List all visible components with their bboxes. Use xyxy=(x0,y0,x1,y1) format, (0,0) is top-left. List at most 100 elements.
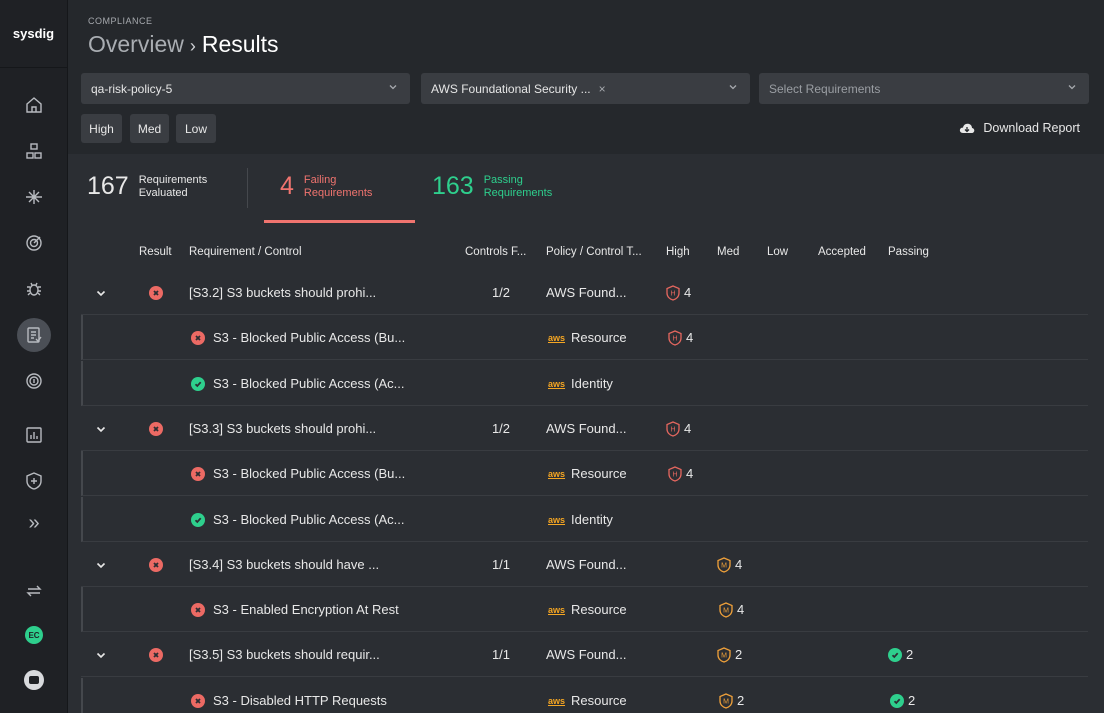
severity-low-button[interactable]: Low xyxy=(176,114,216,143)
compliance-icon[interactable] xyxy=(17,318,51,352)
stat-failing-label-2: Requirements xyxy=(303,187,373,199)
control-row[interactable]: S3 - Enabled Encryption At Rest aws Resour… xyxy=(81,587,1088,632)
section-label: COMPLIANCE xyxy=(88,16,153,26)
med-count-cell: M4 xyxy=(719,587,744,632)
integrations-icon[interactable] xyxy=(17,180,51,214)
requirement-name[interactable]: [S3.3] S3 buckets should prohi... xyxy=(189,406,376,451)
severity-high-button[interactable]: High xyxy=(81,114,122,143)
med-count-cell: M2 xyxy=(717,632,742,677)
chevron-down-icon xyxy=(729,85,737,90)
high-count-cell: H4 xyxy=(668,451,693,496)
result-cell xyxy=(149,542,163,587)
download-report-label: Download Report xyxy=(983,121,1080,135)
chat-icon[interactable] xyxy=(24,670,44,690)
control-name-cell[interactable]: S3 - Blocked Public Access (Bu... xyxy=(191,315,405,360)
download-report-button[interactable]: Download Report xyxy=(959,121,1080,135)
expand-row-chevron-icon[interactable] xyxy=(95,542,107,587)
med-count: 4 xyxy=(735,557,743,572)
requirements-select[interactable]: Select Requirements xyxy=(759,73,1089,104)
stat-passing-label-2: Requirements xyxy=(483,187,553,199)
column-header-passing[interactable]: Passing xyxy=(888,246,929,258)
control-name: S3 - Blocked Public Access (Bu... xyxy=(213,330,406,345)
column-header-result[interactable]: Result xyxy=(139,246,172,258)
breadcrumb-separator: › xyxy=(189,36,196,56)
control-type-cell: aws Identity xyxy=(548,361,613,406)
column-header-accepted[interactable]: Accepted xyxy=(818,246,866,258)
sync-icon[interactable] xyxy=(17,574,51,608)
controls-failing: 1/2 xyxy=(491,285,511,300)
requirement-name[interactable]: [S3.2] S3 buckets should prohi... xyxy=(189,270,376,315)
brand-logo[interactable]: sysdig xyxy=(0,0,67,68)
stat-divider xyxy=(247,168,248,208)
requirement-name[interactable]: [S3.5] S3 buckets should requir... xyxy=(189,632,380,677)
stat-failing-tab[interactable]: 4 Failing Requirements xyxy=(280,172,372,200)
zone-select-value: qa-risk-policy-5 xyxy=(91,81,173,96)
severity-med-icon: M xyxy=(719,692,733,709)
control-name-cell[interactable]: S3 - Blocked Public Access (Bu... xyxy=(191,451,405,496)
filter-bar: qa-risk-policy-5 AWS Foundational Securi… xyxy=(68,68,1104,154)
control-row[interactable]: S3 - Blocked Public Access (Ac... aws Iden… xyxy=(81,497,1088,542)
home-icon[interactable] xyxy=(17,88,51,122)
posture-radar-icon[interactable] xyxy=(17,226,51,260)
med-count-cell: M4 xyxy=(717,542,742,587)
stat-failing-value: 4 xyxy=(280,172,294,200)
column-header-requirement[interactable]: Requirement / Control xyxy=(189,246,302,258)
severity-med-button[interactable]: Med xyxy=(130,114,169,143)
control-type-cell: aws Resource xyxy=(548,678,627,713)
controls-failing: 1/1 xyxy=(491,647,511,662)
stat-evaluated-value: 167 xyxy=(87,172,129,200)
chevron-down-icon xyxy=(1068,85,1076,90)
requirement-row[interactable]: [S3.4] S3 buckets should have ... 1/1 AWS … xyxy=(81,542,1088,587)
control-name-cell[interactable]: S3 - Enabled Encryption At Rest xyxy=(191,587,399,632)
shield-plus-icon[interactable] xyxy=(17,464,51,498)
chevron-down-icon xyxy=(389,85,397,90)
aws-logo-icon: aws xyxy=(548,378,566,389)
clear-policy-icon[interactable]: × xyxy=(599,82,606,96)
column-header-low[interactable]: Low xyxy=(767,246,788,258)
bug-icon[interactable] xyxy=(17,272,51,306)
expand-row-chevron-icon[interactable] xyxy=(95,632,107,677)
control-name: S3 - Enabled Encryption At Rest xyxy=(213,602,399,617)
column-header-policy[interactable]: Policy / Control T... xyxy=(546,246,642,258)
expand-row-chevron-icon[interactable] xyxy=(95,406,107,451)
med-count: 2 xyxy=(735,647,743,662)
active-tab-indicator xyxy=(264,220,415,223)
result-cell xyxy=(149,406,163,451)
control-type-cell: aws Resource xyxy=(548,587,627,632)
requirement-row[interactable]: [S3.2] S3 buckets should prohi... 1/2 AWS … xyxy=(81,270,1088,315)
column-header-controls-failing[interactable]: Controls F... xyxy=(465,246,526,258)
expand-icon[interactable]: » xyxy=(17,506,51,540)
svg-text:M: M xyxy=(723,607,729,614)
control-row[interactable]: S3 - Blocked Public Access (Bu... aws Reso… xyxy=(81,451,1088,496)
control-row[interactable]: S3 - Blocked Public Access (Bu... aws Reso… xyxy=(81,315,1088,360)
policy-name: AWS Found... xyxy=(546,285,627,300)
svg-text:H: H xyxy=(670,290,675,297)
severity-high-icon: H xyxy=(668,329,682,346)
requirement-name[interactable]: [S3.4] S3 buckets should have ... xyxy=(189,542,379,587)
avatar[interactable]: EC xyxy=(25,626,43,644)
zone-select[interactable]: qa-risk-policy-5 xyxy=(81,73,410,104)
control-type-cell: aws Resource xyxy=(548,451,627,496)
control-row[interactable]: S3 - Disabled HTTP Requests aws Resource M 2… xyxy=(81,678,1088,713)
result-cell xyxy=(149,270,163,315)
control-name: S3 - Disabled HTTP Requests xyxy=(213,693,387,708)
requirement-row[interactable]: [S3.3] S3 buckets should prohi... 1/2 AWS … xyxy=(81,406,1088,451)
control-name-cell[interactable]: S3 - Blocked Public Access (Ac... xyxy=(191,361,404,406)
control-name-cell[interactable]: S3 - Blocked Public Access (Ac... xyxy=(191,497,404,542)
svg-text:H: H xyxy=(672,471,677,478)
fingerprint-icon[interactable] xyxy=(17,364,51,398)
failed-icon xyxy=(149,421,163,436)
requirement-row[interactable]: [S3.5] S3 buckets should requir... 1/1 AWS… xyxy=(81,632,1088,677)
stat-passing-tab[interactable]: 163 Passing Requirements xyxy=(432,172,552,200)
high-count-cell: H4 xyxy=(666,406,691,451)
control-row[interactable]: S3 - Blocked Public Access (Ac... aws Iden… xyxy=(81,361,1088,406)
policy-select[interactable]: AWS Foundational Security ... × xyxy=(421,73,750,104)
breadcrumb-overview[interactable]: Overview xyxy=(88,31,184,57)
reports-icon[interactable] xyxy=(17,418,51,452)
column-header-high[interactable]: High xyxy=(666,246,690,258)
expand-row-chevron-icon[interactable] xyxy=(95,270,107,315)
inventory-icon[interactable] xyxy=(17,134,51,168)
control-name-cell[interactable]: S3 - Disabled HTTP Requests xyxy=(191,678,387,713)
column-header-med[interactable]: Med xyxy=(717,246,739,258)
stat-passing-value: 163 xyxy=(432,172,474,200)
